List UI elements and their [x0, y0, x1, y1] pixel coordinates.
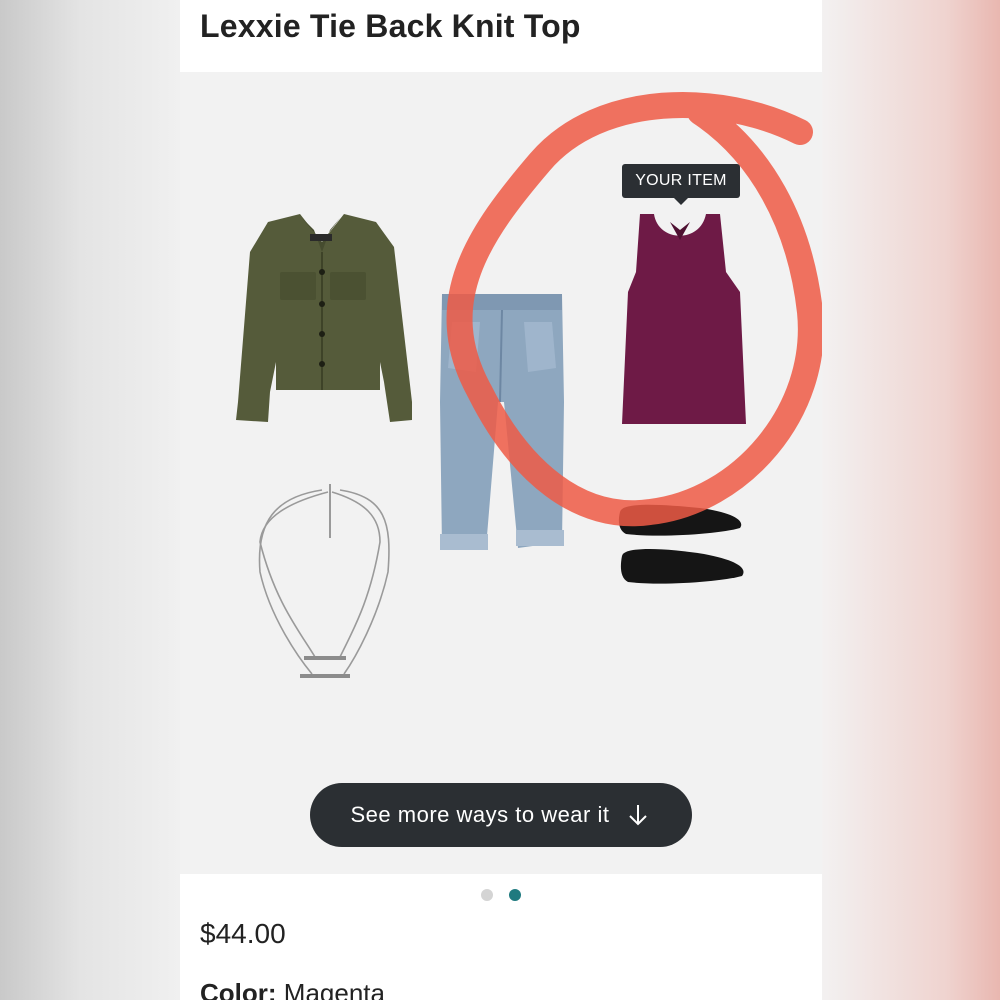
- color-label: Color:: [200, 978, 277, 1000]
- color-line: Color: Magenta: [200, 978, 385, 1000]
- your-item-badge: YOUR ITEM: [622, 164, 740, 205]
- carousel-indicator: [180, 889, 822, 903]
- background-right: [822, 0, 1000, 1000]
- jacket-image: [236, 214, 412, 422]
- carousel-dot-1[interactable]: [481, 889, 493, 901]
- product-price: $44.00: [200, 918, 286, 949]
- tank-top-image: [622, 214, 746, 424]
- product-title: Lexxie Tie Back Knit Top: [200, 8, 581, 44]
- necklace-image: [258, 484, 390, 678]
- color-value: Magenta: [283, 978, 385, 1000]
- arrow-down-icon: [629, 805, 648, 826]
- product-card: Lexxie Tie Back Knit Top YOUR ITEM See m…: [180, 0, 822, 1000]
- see-more-ways-button[interactable]: See more ways to wear it: [310, 783, 692, 847]
- carousel-dot-2[interactable]: [509, 889, 521, 901]
- background-left: [0, 0, 180, 1000]
- see-more-ways-label: See more ways to wear it: [350, 802, 610, 827]
- outfit-image[interactable]: YOUR ITEM See more ways to wear it: [180, 72, 822, 874]
